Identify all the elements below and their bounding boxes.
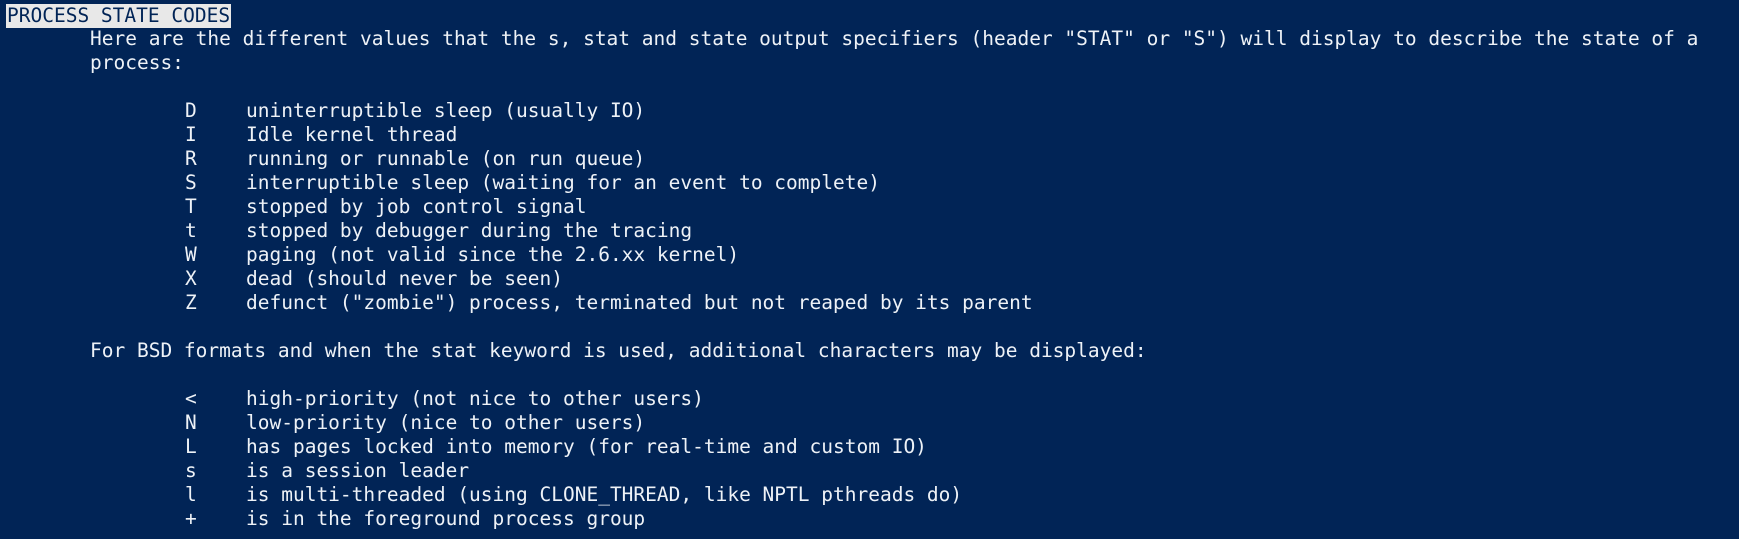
bsd-state-code: L	[185, 435, 197, 458]
state-code: D	[185, 99, 197, 122]
state-description: interruptible sleep (waiting for an even…	[246, 171, 880, 194]
bsd-state-description: is in the foreground process group	[246, 507, 646, 530]
terminal-window[interactable]: PROCESS STATE CODES Here are the differe…	[0, 0, 1739, 539]
bsd-state-description: is a session leader	[246, 459, 470, 482]
bsd-state-description: is multi-threaded (using CLONE_THREAD, l…	[246, 483, 963, 506]
bsd-state-code: s	[185, 459, 197, 482]
state-description: paging (not valid since the 2.6.xx kerne…	[246, 243, 740, 266]
bsd-state-description: high-priority (not nice to other users)	[246, 387, 704, 410]
bsd-state-code: <	[185, 387, 197, 410]
bsd-state-code: N	[185, 411, 197, 434]
bsd-intro: For BSD formats and when the stat keywor…	[90, 339, 1147, 362]
state-code: T	[185, 195, 197, 218]
state-code: R	[185, 147, 197, 170]
state-description: stopped by job control signal	[246, 195, 587, 218]
bsd-state-description: has pages locked into memory (for real-t…	[246, 435, 927, 458]
bsd-state-code: l	[185, 483, 197, 506]
state-code: S	[185, 171, 197, 194]
state-code: X	[185, 267, 197, 290]
state-description: uninterruptible sleep (usually IO)	[246, 99, 646, 122]
state-description: defunct ("zombie") process, terminated b…	[246, 291, 1033, 314]
section-heading: PROCESS STATE CODES	[6, 4, 232, 28]
intro-line-2: process:	[90, 51, 184, 74]
state-description: running or runnable (on run queue)	[246, 147, 646, 170]
state-description: dead (should never be seen)	[246, 267, 563, 290]
state-code: W	[185, 243, 197, 266]
state-description: Idle kernel thread	[246, 123, 458, 146]
state-code: t	[185, 219, 197, 242]
state-description: stopped by debugger during the tracing	[246, 219, 693, 242]
bsd-state-code: +	[185, 507, 197, 530]
state-code: I	[185, 123, 197, 146]
state-code: Z	[185, 291, 197, 314]
bsd-state-description: low-priority (nice to other users)	[246, 411, 646, 434]
intro-line-1: Here are the different values that the s…	[90, 27, 1699, 50]
